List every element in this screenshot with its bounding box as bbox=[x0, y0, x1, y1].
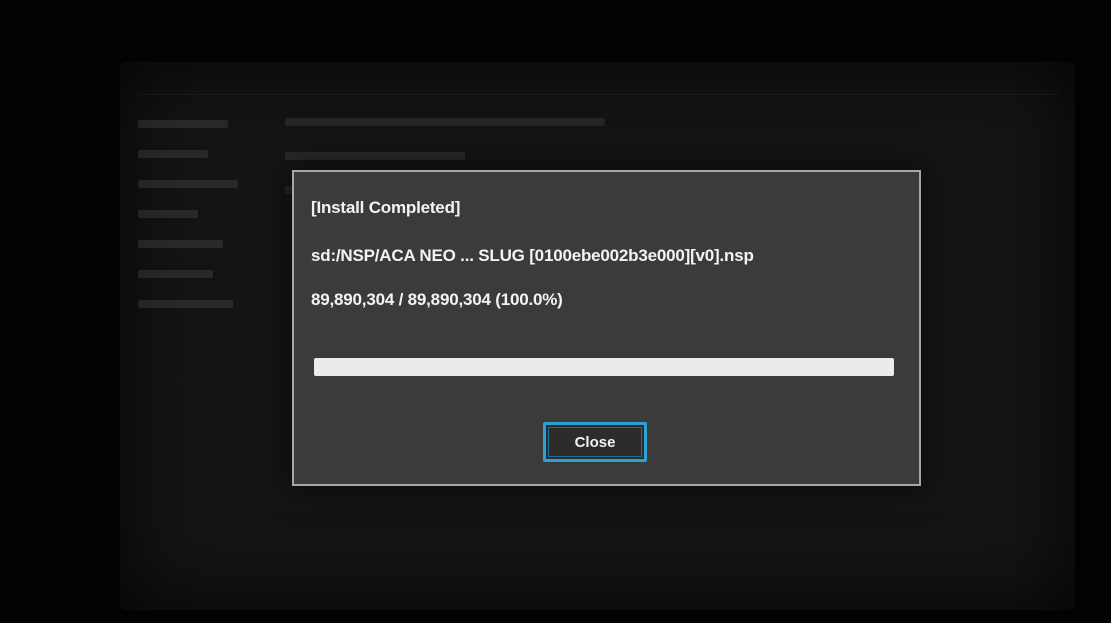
background-sidebar-item bbox=[138, 120, 228, 128]
photo-frame: [Install Completed] sd:/NSP/ACA NEO ... … bbox=[0, 0, 1111, 623]
install-progress-bar bbox=[314, 358, 894, 376]
background-sidebar-item bbox=[138, 270, 213, 278]
dialog-title: [Install Completed] bbox=[311, 198, 461, 217]
background-sidebar-item bbox=[138, 180, 238, 188]
install-complete-dialog: [Install Completed] sd:/NSP/ACA NEO ... … bbox=[292, 170, 921, 486]
install-progress-fill bbox=[314, 358, 894, 376]
background-row bbox=[285, 152, 465, 160]
background-row bbox=[285, 118, 605, 126]
file-path-label: sd:/NSP/ACA NEO ... SLUG [0100ebe002b3e0… bbox=[311, 246, 754, 265]
background-sidebar-item bbox=[138, 240, 223, 248]
background-sidebar-item bbox=[138, 210, 198, 218]
background-sidebar-item bbox=[138, 150, 208, 158]
background-sidebar bbox=[138, 106, 268, 586]
background-header bbox=[138, 72, 1058, 95]
progress-bytes-label: 89,890,304 / 89,890,304 (100.0%) bbox=[311, 290, 563, 309]
background-sidebar-item bbox=[138, 300, 233, 308]
close-button[interactable]: Close bbox=[543, 422, 647, 462]
